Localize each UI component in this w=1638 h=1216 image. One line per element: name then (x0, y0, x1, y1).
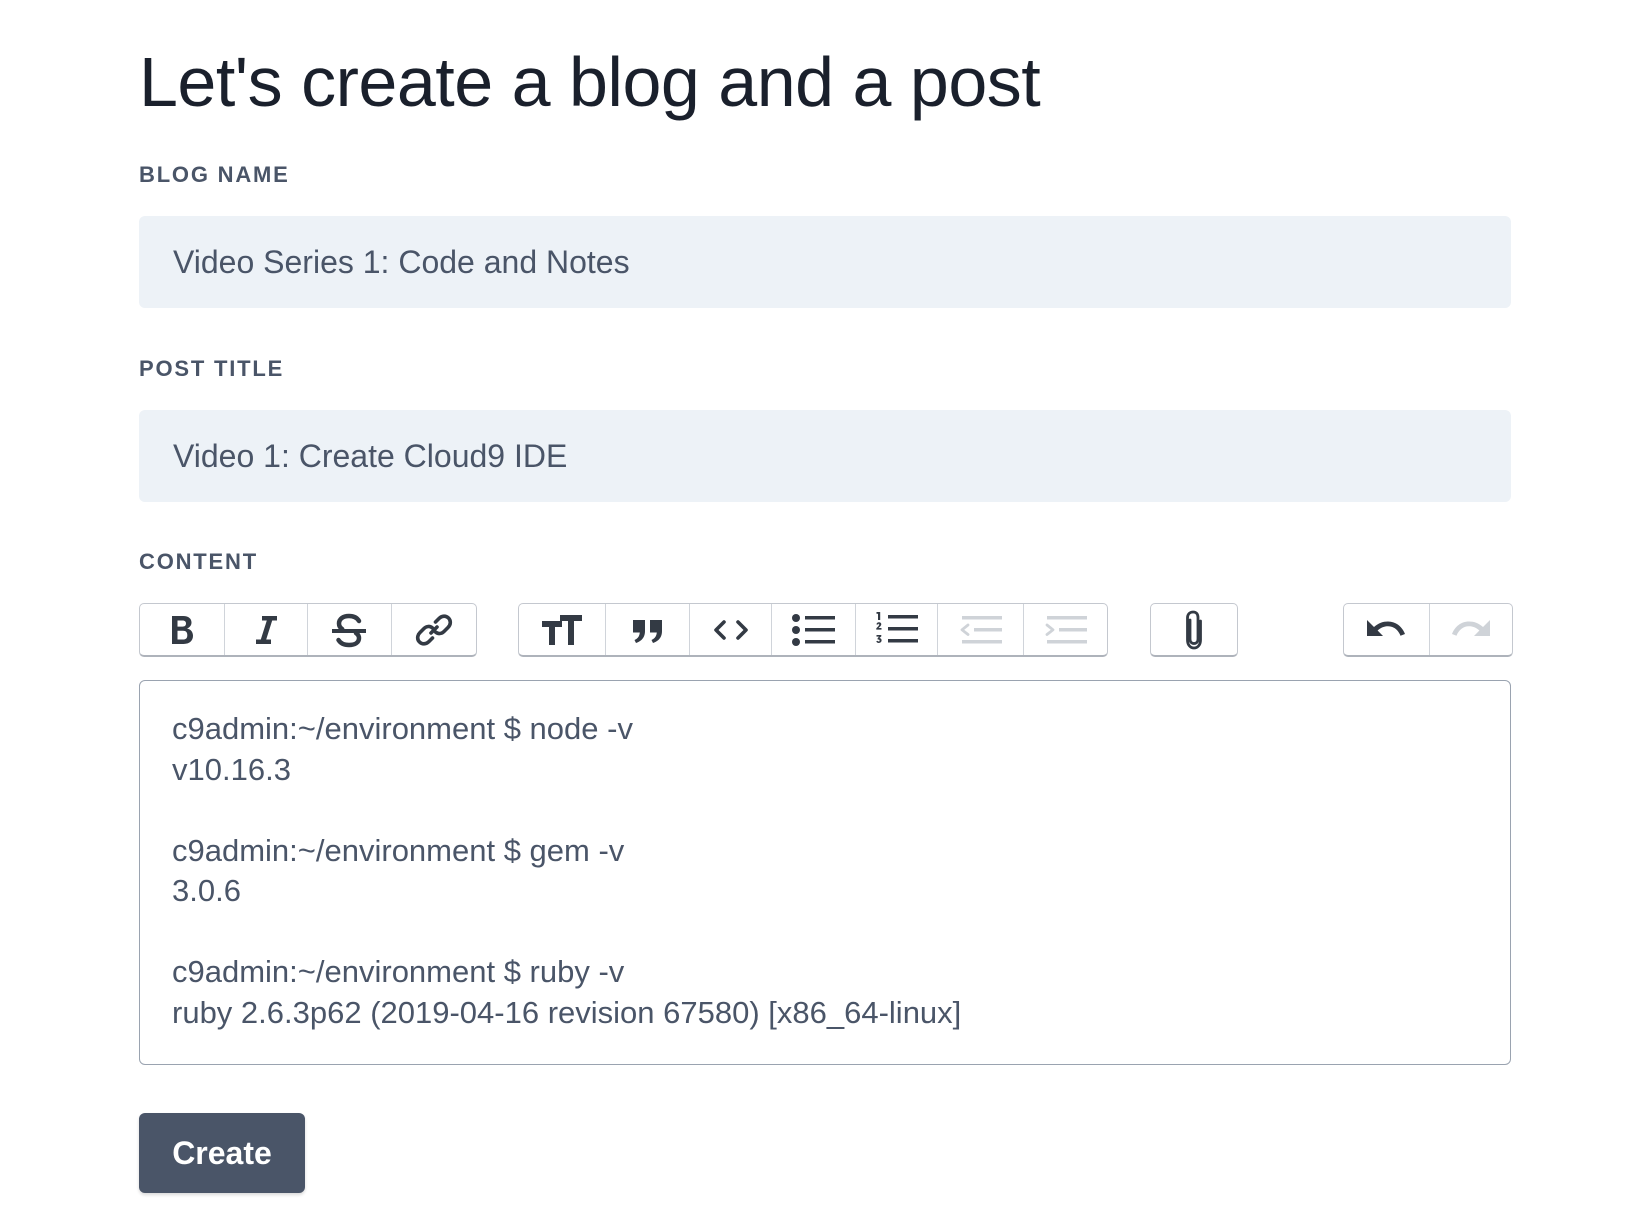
blog-name-label: Blog Name (139, 162, 290, 187)
number-list-button[interactable] (855, 604, 937, 655)
undo-button[interactable] (1344, 604, 1429, 655)
undo-icon (1367, 619, 1406, 636)
block-tools-group (518, 603, 1108, 657)
italic-button[interactable] (223, 604, 308, 655)
decrease-indent-icon (960, 615, 1002, 643)
bullet-list-button[interactable] (771, 604, 855, 655)
content-label: Content (139, 549, 258, 574)
link-button[interactable] (390, 604, 477, 655)
post-title-label: Post Title (139, 356, 285, 381)
editor-toolbar (139, 603, 1513, 659)
link-icon (415, 613, 452, 646)
blog-name-input[interactable] (139, 216, 1511, 308)
strikethrough-icon (332, 613, 367, 647)
file-tools-group (1150, 603, 1238, 657)
editor-line: c9admin:~/environment $ ruby -v (172, 954, 625, 989)
editor-line: c9admin:~/environment $ node -v (172, 711, 633, 746)
quote-button[interactable] (605, 604, 689, 655)
bold-button[interactable] (140, 604, 224, 655)
heading-button[interactable] (519, 604, 605, 655)
quote-icon (632, 619, 662, 643)
redo-icon (1451, 619, 1490, 636)
text-tools-group (139, 603, 477, 657)
increase-indent-button[interactable] (1023, 604, 1107, 655)
editor-line: c9admin:~/environment $ gem -v (172, 832, 625, 868)
code-icon (713, 619, 748, 640)
attach-files-icon (1186, 610, 1202, 649)
number-list-icon (875, 611, 918, 643)
page-title: Let's create a blog and a post (139, 43, 1041, 121)
content-editor[interactable]: c9admin:~/environment $ node -v v10.16.3… (139, 680, 1511, 1065)
bold-icon (171, 615, 193, 644)
create-button[interactable]: Create (139, 1113, 305, 1193)
editor-line: 3.0.6 (172, 873, 241, 908)
editor-line: v10.16.3 (172, 751, 291, 787)
redo-button[interactable] (1428, 604, 1512, 655)
decrease-indent-button[interactable] (937, 604, 1023, 655)
heading-icon (542, 614, 582, 645)
attach-files-button[interactable] (1151, 604, 1237, 655)
increase-indent-icon (1045, 615, 1087, 643)
post-title-input[interactable] (139, 410, 1511, 502)
strikethrough-button[interactable] (307, 604, 391, 655)
bullet-list-icon (791, 613, 835, 646)
code-button[interactable] (689, 604, 771, 655)
history-tools-group (1343, 603, 1513, 657)
italic-icon (255, 615, 277, 644)
editor-line: ruby 2.6.3p62 (2019-04-16 revision 67580… (172, 994, 962, 1030)
